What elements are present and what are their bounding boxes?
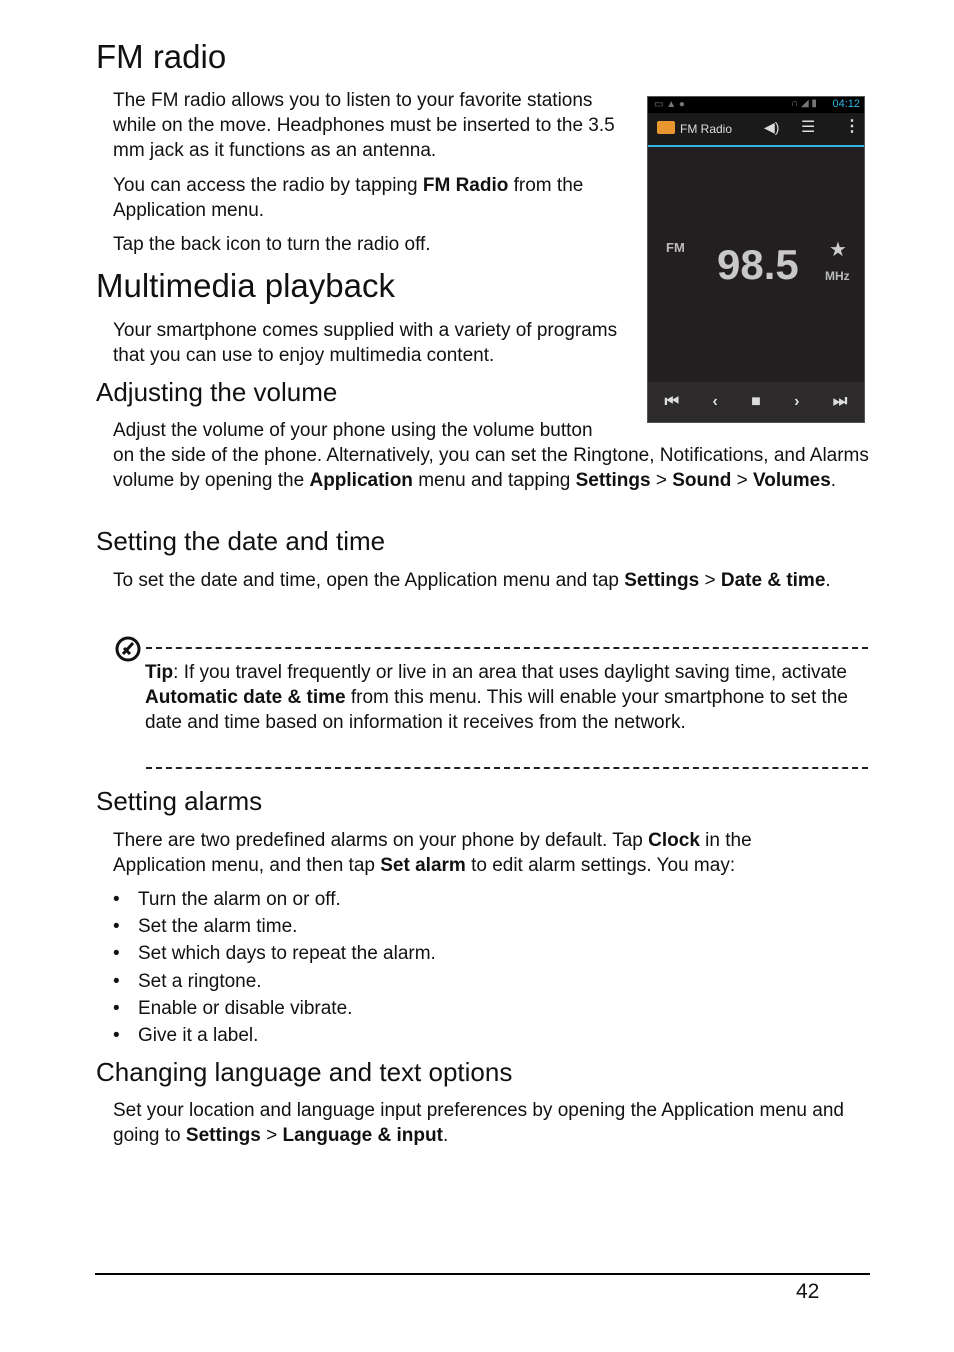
fm-radio-access: You can access the radio by tapping FM R…	[113, 173, 633, 223]
bold: Settings	[575, 470, 651, 491]
heading-setting-alarms: Setting alarms	[96, 786, 263, 816]
headphone-signal-battery-icons: ∩ ◢ ▮	[791, 98, 817, 109]
bullet: •	[113, 916, 120, 938]
datetime-para: To set the date and time, open the Appli…	[113, 568, 843, 593]
text: .	[830, 470, 837, 491]
list-item: • Set the alarm time.	[113, 913, 436, 940]
text: To set the date and time, open the Appli…	[113, 570, 625, 591]
heading-multimedia-playback: Multimedia playback	[96, 267, 395, 304]
text: There are two predefined alarms on your …	[113, 830, 649, 851]
seek-forward-icon[interactable]: ›	[794, 393, 799, 411]
seek-back-icon[interactable]: ‹	[712, 393, 717, 411]
bullet: •	[113, 943, 120, 965]
fm-radio-screenshot: ▭ ▲ ● ∩ ◢ ▮ 04:12 FM Radio ◀) ☰ ⋮ FM 98.…	[647, 96, 865, 423]
text: Set the alarm time.	[138, 916, 298, 938]
text: >	[650, 470, 673, 491]
bold: Date & time	[720, 570, 826, 591]
text: menu and tapping	[412, 470, 576, 491]
bold: Set alarm	[380, 855, 466, 876]
bullet: •	[113, 997, 120, 1019]
multimedia-intro: Your smartphone comes supplied with a va…	[113, 320, 618, 366]
text: : If you travel frequently or live in an…	[173, 662, 847, 683]
text: >	[731, 470, 753, 491]
alarm-options-list: • Turn the alarm on or off. • Set the alar…	[113, 886, 436, 1049]
app-title: FM Radio	[680, 122, 733, 136]
heading-fm-radio: FM radio	[96, 38, 227, 75]
volume-para: on the side of the phone. Alternatively,…	[113, 443, 873, 493]
stop-icon[interactable]: ■	[751, 393, 761, 411]
list-item: • Set which days to repeat the alarm.	[113, 940, 436, 967]
heading-adjusting-volume: Adjusting the volume	[96, 377, 338, 407]
text: Set a ringtone.	[138, 970, 262, 992]
text: .	[825, 570, 831, 591]
next-station-icon[interactable]: ⏭	[833, 393, 847, 411]
heading-language: Changing language and text options	[96, 1057, 513, 1087]
playback-controls: ⏮ ‹ ■ › ⏭	[648, 382, 864, 422]
text: to edit alarm settings. You may:	[465, 855, 736, 876]
fm-radio-off: Tap the back icon to turn the radio off.	[113, 234, 431, 255]
bold: Application	[309, 470, 413, 491]
tip-text: Tip: If you travel frequently or live in…	[145, 660, 860, 735]
fm-radio-intro: The FM radio allows you to listen to you…	[113, 90, 615, 161]
frequency-display: 98.5	[717, 241, 799, 288]
unit-label: MHz	[825, 269, 850, 283]
overflow-menu-icon[interactable]: ⋮	[844, 116, 860, 136]
volume-icon[interactable]: ◀)	[764, 119, 779, 136]
bold: Clock	[648, 830, 700, 851]
status-bar: ▭ ▲ ● ∩ ◢ ▮ 04:12	[648, 97, 864, 113]
text: Give it a label.	[138, 1024, 259, 1046]
notification-icons: ▭ ▲ ●	[654, 99, 685, 110]
bold: Language & input	[282, 1125, 443, 1146]
text: Enable or disable vibrate.	[138, 997, 353, 1019]
favorite-star-icon[interactable]: ★	[829, 237, 847, 262]
station-list-icon[interactable]: ☰	[801, 117, 815, 137]
list-item: • Enable or disable vibrate.	[113, 995, 436, 1022]
band-label: FM	[666, 240, 685, 255]
bullet: •	[113, 1024, 120, 1046]
list-item: • Give it a label.	[113, 1022, 436, 1049]
bold: Settings	[185, 1125, 261, 1146]
footer-rule	[95, 1273, 870, 1275]
tip-label: Tip	[145, 662, 174, 683]
bullet: •	[113, 889, 120, 910]
alarms-para: There are two predefined alarms on your …	[113, 828, 833, 878]
text: Turn the alarm on or off.	[138, 889, 341, 910]
status-time: 04:12	[832, 98, 860, 110]
text: >	[699, 570, 721, 591]
bold-fm-radio: FM Radio	[422, 175, 509, 196]
bold: Sound	[672, 470, 732, 491]
language-para: Set your location and language input pre…	[113, 1098, 873, 1148]
text: >	[260, 1125, 283, 1146]
radio-app-icon	[657, 121, 675, 134]
bullet: •	[113, 970, 120, 992]
action-bar: FM Radio ◀) ☰ ⋮	[648, 113, 864, 147]
volume-line1: Adjust the volume of your phone using th…	[113, 420, 593, 441]
bold: Automatic date & time	[145, 687, 346, 708]
previous-station-icon[interactable]: ⏮	[665, 393, 679, 411]
list-item: • Set a ringtone.	[113, 968, 436, 995]
tip-icon	[115, 636, 141, 662]
tip-divider-top	[146, 647, 868, 649]
heading-date-time: Setting the date and time	[96, 526, 386, 556]
bold: Settings	[624, 570, 700, 591]
text: .	[442, 1125, 449, 1146]
list-item: • Turn the alarm on or off.	[113, 886, 436, 913]
bold: Volumes	[752, 470, 831, 491]
text: Set which days to repeat the alarm.	[138, 943, 436, 965]
page-number: 42	[796, 1280, 820, 1303]
tip-divider-bottom	[146, 767, 868, 769]
text: You can access the radio by tapping	[113, 175, 423, 196]
